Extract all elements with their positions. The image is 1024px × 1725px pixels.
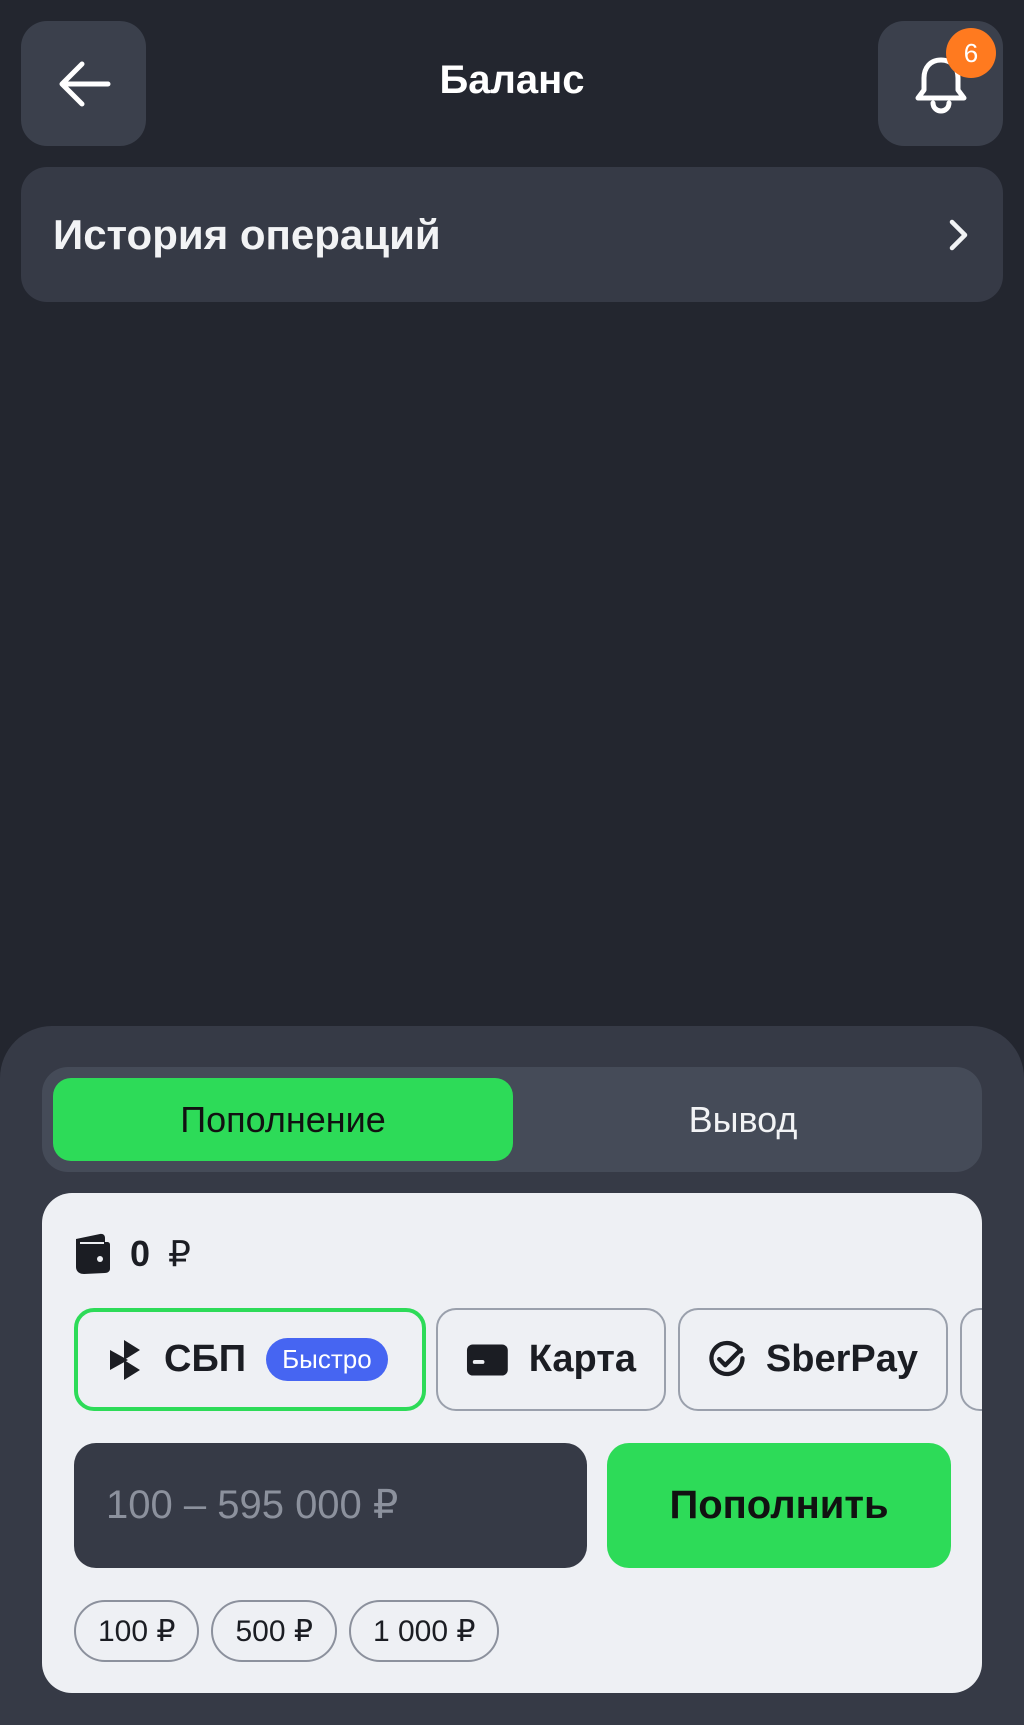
amount-presets: 100 ₽ 500 ₽ 1 000 ₽: [74, 1600, 500, 1662]
preset-1000[interactable]: 1 000 ₽: [348, 1600, 500, 1662]
tab-deposit[interactable]: Пополнение: [53, 1078, 513, 1161]
operation-type-switch: Пополнение Вывод: [42, 1067, 982, 1172]
operations-history-row[interactable]: История операций: [21, 167, 1003, 302]
method-sberpay-label: SberPay: [765, 1338, 918, 1380]
fast-badge: Быстро: [266, 1338, 388, 1381]
header: Баланс 6: [0, 0, 1024, 168]
method-card[interactable]: Карта: [436, 1308, 666, 1411]
balance-value: 0: [130, 1233, 151, 1274]
page-title: Баланс: [439, 58, 585, 102]
card-icon: [466, 1343, 508, 1376]
preset-100[interactable]: 100 ₽: [74, 1600, 200, 1662]
method-card-label: Карта: [528, 1338, 636, 1380]
method-sbp-label: СБП: [164, 1338, 247, 1380]
payment-methods: СБП Быстро Карта SberPay: [74, 1308, 982, 1411]
wallet-icon: [76, 1233, 110, 1274]
chevron-right-icon: [949, 219, 968, 250]
method-sbp[interactable]: СБП Быстро: [74, 1308, 426, 1411]
topup-button[interactable]: Пополнить: [607, 1443, 951, 1568]
sberpay-icon: [709, 1340, 745, 1376]
operations-history-label: История операций: [53, 210, 441, 258]
amount-input[interactable]: [74, 1443, 587, 1568]
preset-500[interactable]: 500 ₽: [211, 1600, 337, 1662]
method-sberpay[interactable]: SberPay: [678, 1308, 948, 1411]
notification-count-badge: 6: [946, 28, 996, 78]
balance-currency: ₽: [168, 1233, 191, 1274]
deposit-card: 0 ₽ СБП Быстро Карта SberPay 100 – 595 0…: [42, 1193, 982, 1693]
tab-withdraw[interactable]: Вывод: [513, 1078, 973, 1161]
balance-row: 0 ₽: [74, 1229, 191, 1279]
sbp-icon: [110, 1339, 140, 1380]
method-more-partial[interactable]: [960, 1308, 982, 1411]
